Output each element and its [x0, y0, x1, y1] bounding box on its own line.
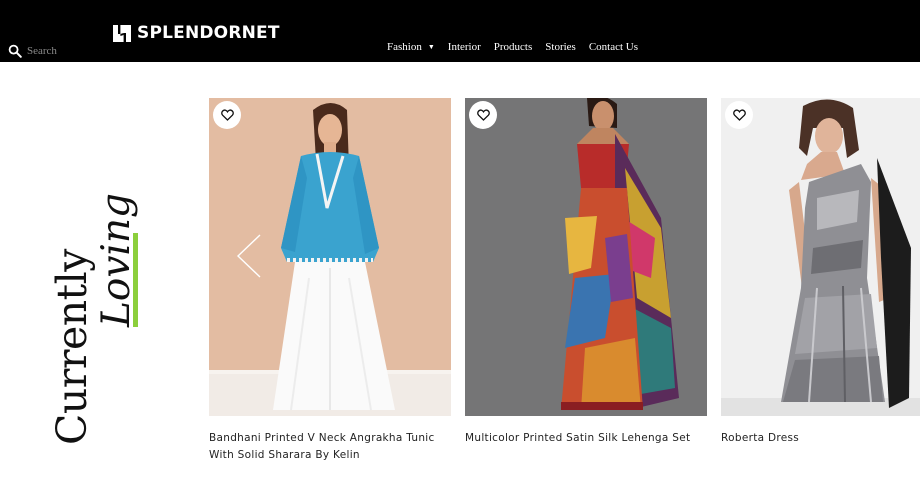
brand-name: SPLENDORNET [137, 23, 280, 43]
heart-icon [732, 109, 746, 121]
nav-item-contact[interactable]: Contact Us [589, 41, 638, 53]
main-nav: Fashion ▼ Interior Products Stories Cont… [387, 41, 638, 53]
wishlist-button[interactable] [213, 101, 241, 129]
nav-item-label: Stories [545, 41, 576, 53]
chevron-left-icon[interactable] [236, 233, 262, 279]
product-photo-lehenga [465, 98, 707, 416]
heart-icon [220, 109, 234, 121]
product-photo-roberta-dress [721, 98, 920, 416]
product-name[interactable]: Bandhani Printed V Neck Angrakha Tunic W… [209, 430, 451, 464]
search-bar[interactable] [8, 43, 97, 59]
product-image[interactable] [721, 98, 920, 416]
product-card[interactable]: Multicolor Printed Satin Silk Lehenga Se… [465, 98, 707, 447]
product-image[interactable] [209, 98, 451, 416]
section-title-line-2: Loving [94, 193, 139, 327]
search-icon[interactable] [8, 44, 22, 58]
logo-mark-icon [113, 24, 131, 42]
nav-item-interior[interactable]: Interior [448, 41, 481, 53]
nav-item-fashion[interactable]: Fashion ▼ [387, 41, 435, 53]
nav-item-stories[interactable]: Stories [545, 41, 576, 53]
product-name[interactable]: Multicolor Printed Satin Silk Lehenga Se… [465, 430, 707, 447]
product-card[interactable]: Roberta Dress [721, 98, 920, 447]
product-card[interactable]: Bandhani Printed V Neck Angrakha Tunic W… [209, 98, 451, 464]
nav-item-label: Fashion [387, 41, 422, 53]
nav-item-label: Contact Us [588, 41, 639, 53]
nav-item-label: Products [493, 41, 533, 53]
brand-logo[interactable]: SPLENDORNET [113, 23, 280, 43]
nav-item-products[interactable]: Products [494, 41, 533, 53]
site-header: SPLENDORNET Fashion ▼ Interior Products … [0, 0, 920, 62]
wishlist-button[interactable] [725, 101, 753, 129]
nav-item-label: Interior [447, 41, 481, 53]
caret-down-icon: ▼ [427, 43, 435, 51]
product-name[interactable]: Roberta Dress [721, 430, 920, 447]
wishlist-button[interactable] [469, 101, 497, 129]
heart-icon [476, 109, 490, 121]
section-title-line-1: Currently [48, 249, 96, 445]
search-input[interactable] [27, 45, 97, 57]
product-image[interactable] [465, 98, 707, 416]
